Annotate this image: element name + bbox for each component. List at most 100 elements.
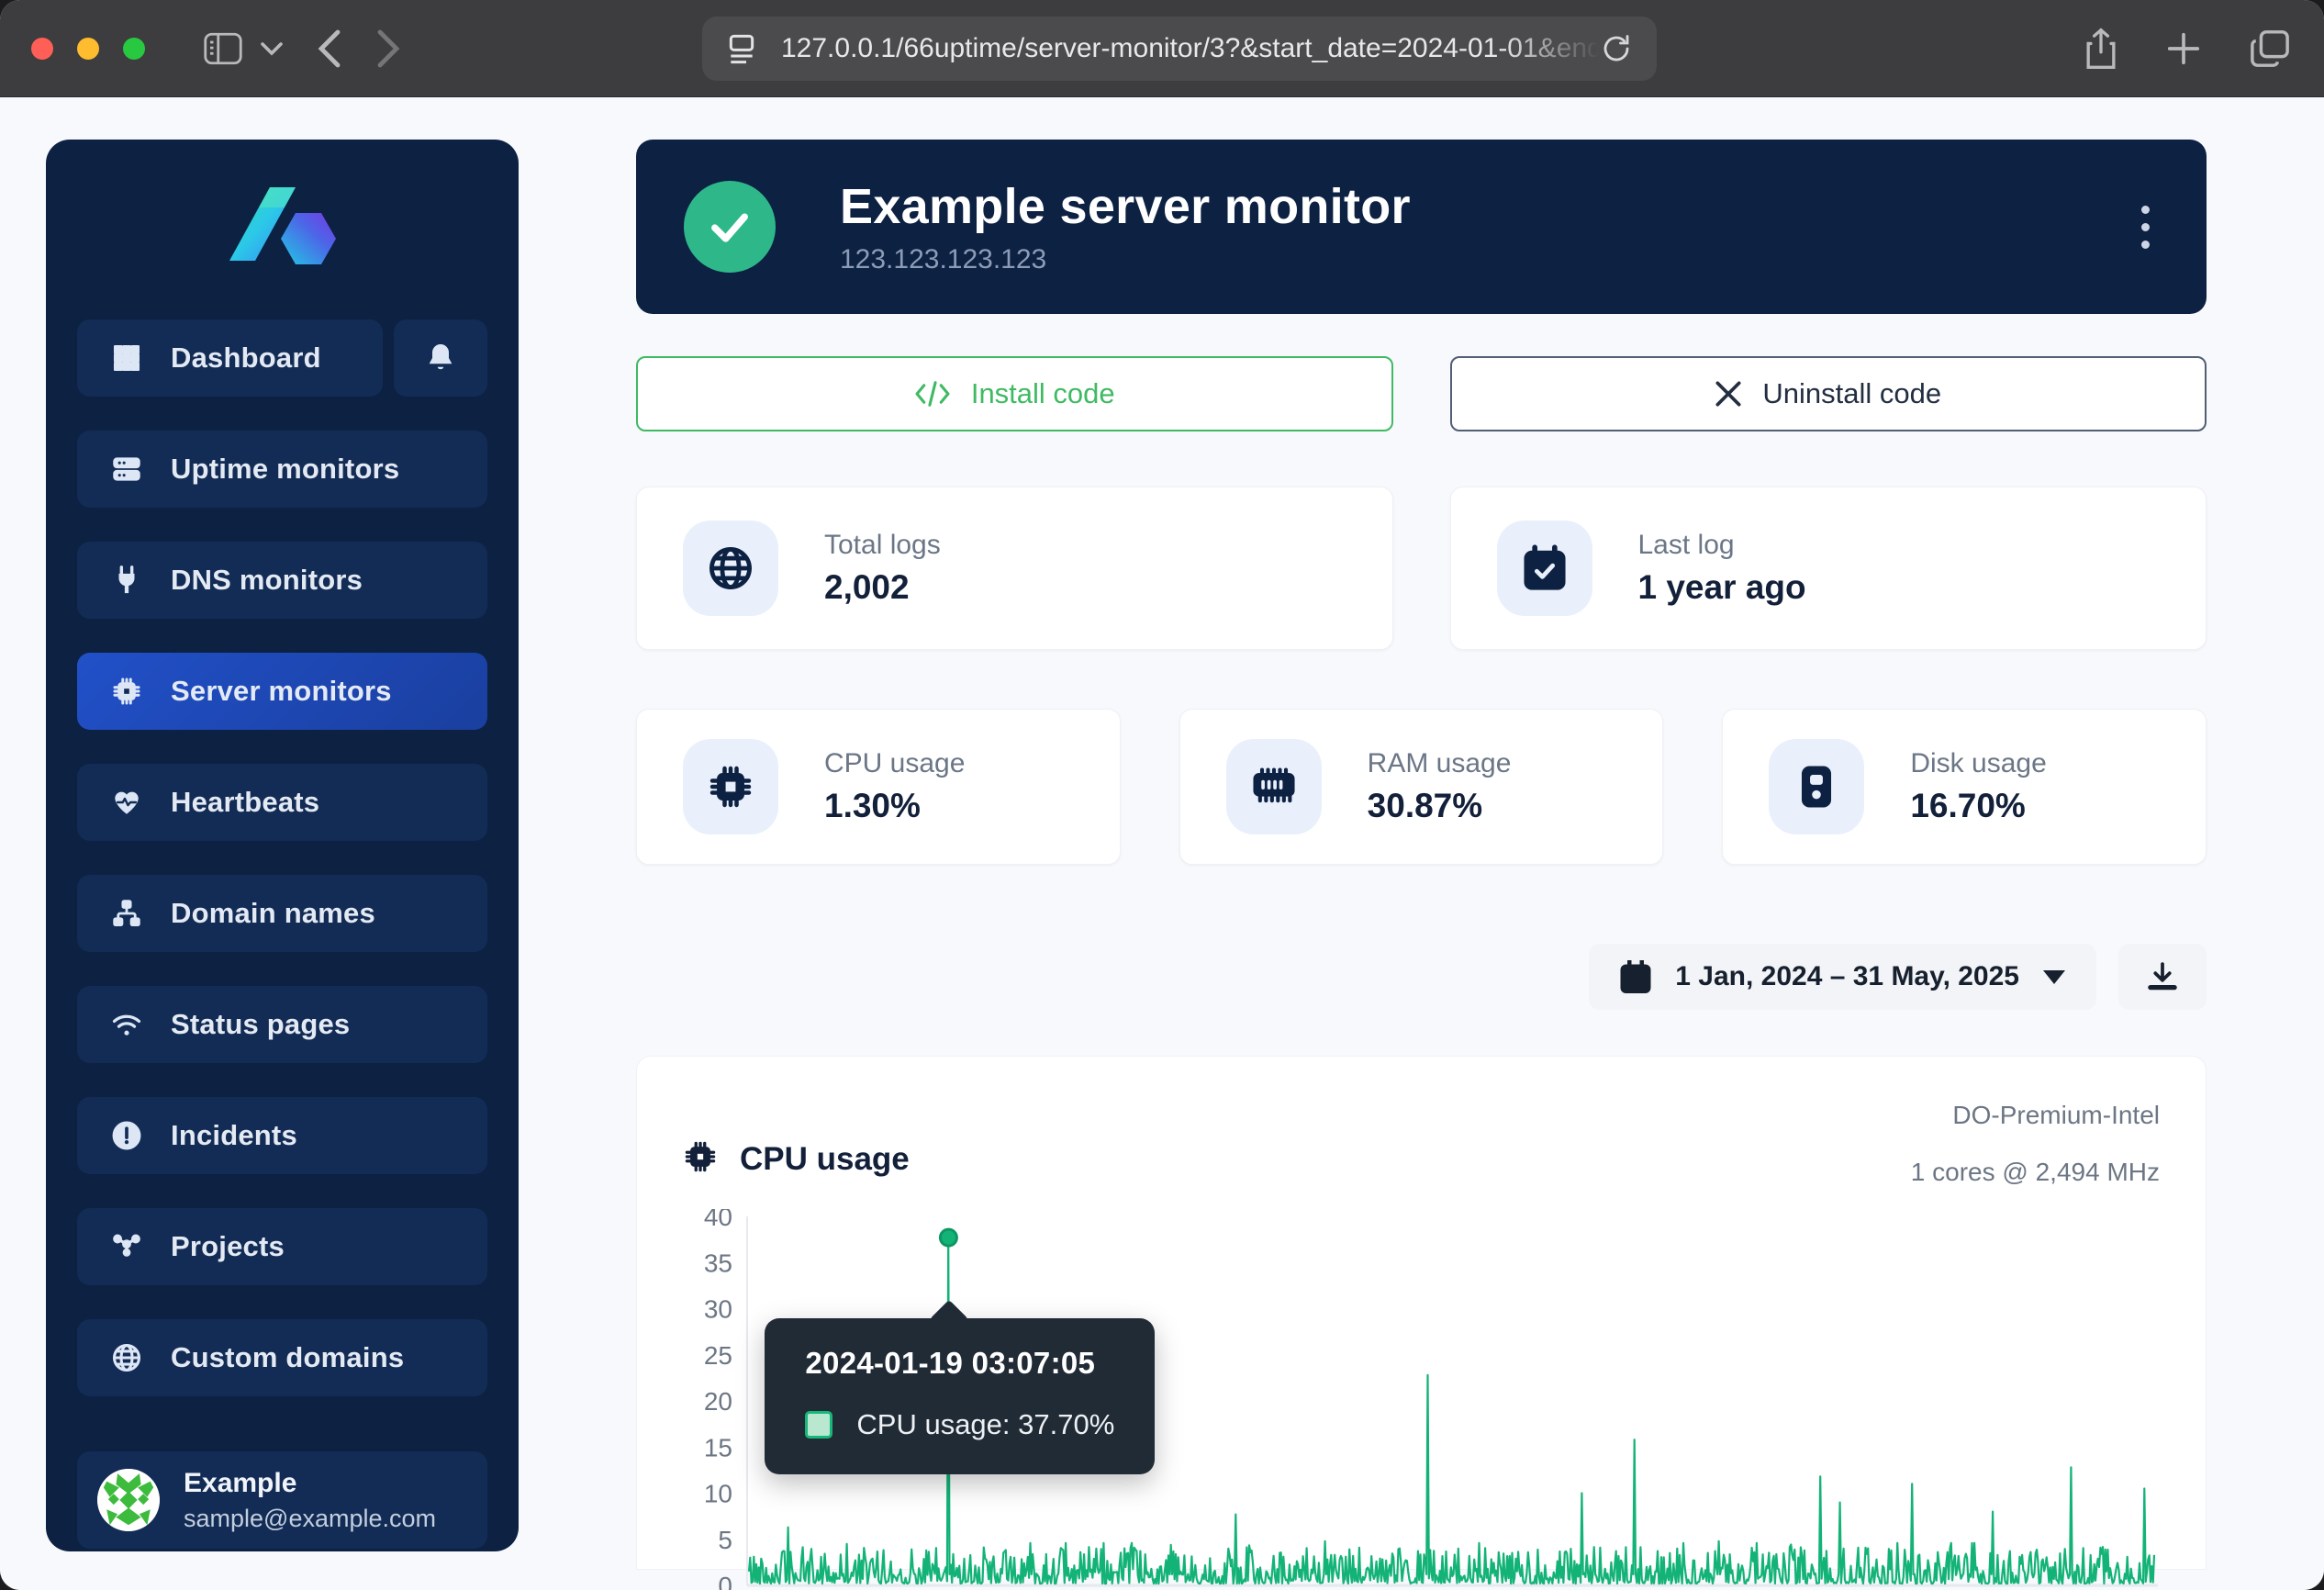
globe-icon [110,1342,143,1373]
server-name: DO-Premium-Intel [1911,1103,2160,1128]
sidebar-item-dns-monitors[interactable]: DNS monitors [77,542,487,619]
sidebar-item-label: Incidents [171,1119,297,1152]
app-logo[interactable] [77,140,487,319]
kebab-menu-icon[interactable] [2132,196,2159,258]
alert-circle-icon [110,1120,143,1151]
share-nodes-icon [110,1231,143,1262]
sidebar-item-dashboard[interactable]: Dashboard [77,319,383,397]
svg-text:5: 5 [718,1526,732,1554]
sidebar: Dashboard Uptime monitors DNS monitors S… [46,140,519,1551]
bell-icon [424,341,457,375]
stat-label: Disk usage [1910,748,2046,779]
page-icon [726,28,757,70]
stat-card-last-log: Last log 1 year ago [1450,487,2207,650]
sidebar-item-heartbeats[interactable]: Heartbeats [77,764,487,841]
reload-icon[interactable] [1600,30,1633,67]
url-text: 127.0.0.1/66uptime/server-monitor/3?&sta… [781,33,1600,64]
stat-label: Last log [1638,530,1806,561]
sidebar-item-label: Uptime monitors [171,453,399,486]
chip-icon [683,1139,718,1179]
memory-icon [1226,739,1322,834]
svg-text:30: 30 [704,1295,732,1324]
stat-value: 1.30% [824,787,965,825]
user-card[interactable]: Example sample@example.com [77,1451,487,1549]
stat-value: 1 year ago [1638,568,1806,607]
avatar [97,1469,160,1531]
sidebar-item-label: DNS monitors [171,564,363,597]
tooltip-timestamp: 2024-01-19 03:07:05 [805,1346,1114,1381]
svg-text:35: 35 [704,1248,732,1277]
user-email: sample@example.com [184,1505,436,1533]
sidebar-item-status-pages[interactable]: Status pages [77,986,487,1063]
svg-text:10: 10 [704,1480,732,1508]
caret-down-icon [2043,970,2065,984]
stat-card-disk-usage: Disk usage 16.70% [1722,709,2207,865]
chevron-down-icon[interactable] [261,41,283,56]
sidebar-item-domain-names[interactable]: Domain names [77,875,487,952]
sidebar-item-incidents[interactable]: Incidents [77,1097,487,1174]
server-icon [110,453,143,485]
chart-marker [940,1229,956,1246]
address-bar[interactable]: 127.0.0.1/66uptime/server-monitor/3?&sta… [702,17,1657,81]
stat-label: CPU usage [824,748,965,779]
series-swatch [805,1411,832,1439]
chart-plot[interactable]: 0510152025303540160405040404050807080808… [683,1209,2160,1590]
stat-card-ram-usage: RAM usage 30.87% [1179,709,1664,865]
globe-icon [683,521,778,616]
stat-value: 16.70% [1910,787,2046,825]
forward-icon [376,28,400,69]
sidebar-item-label: Heartbeats [171,786,319,819]
page-title: Example server monitor [840,178,2132,235]
server-specs: 1 cores @ 2,494 MHz [1911,1159,2160,1185]
calendar-check-icon [1497,521,1592,616]
svg-text:25: 25 [704,1341,732,1370]
back-icon[interactable] [318,28,341,69]
date-range-picker[interactable]: 1 Jan, 2024 – 31 May, 2025 [1589,944,2096,1010]
install-code-button[interactable]: Install code [636,356,1393,431]
download-icon[interactable] [2118,944,2207,1010]
sidebar-item-label: Domain names [171,897,375,930]
sidebar-item-uptime-monitors[interactable]: Uptime monitors [77,431,487,508]
minimize-window-button[interactable] [77,38,99,60]
date-range-label: 1 Jan, 2024 – 31 May, 2025 [1675,961,2019,992]
close-window-button[interactable] [31,38,53,60]
sidebar-item-label: Dashboard [171,342,321,375]
chart-tooltip: 2024-01-19 03:07:05 CPU usage: 37.70% [765,1318,1155,1474]
main-content: Example server monitor 123.123.123.123 I… [636,140,2207,1590]
stat-label: RAM usage [1368,748,1512,779]
sidebar-item-label: Custom domains [171,1341,404,1374]
browser-toolbar: 127.0.0.1/66uptime/server-monitor/3?&sta… [0,0,2324,97]
wifi-icon [110,1009,143,1040]
svg-text:0: 0 [718,1572,732,1590]
stat-card-total-logs: Total logs 2,002 [636,487,1393,650]
new-tab-icon[interactable] [2164,29,2203,68]
svg-text:40: 40 [704,1209,732,1231]
browser-window: 127.0.0.1/66uptime/server-monitor/3?&sta… [0,0,2324,1590]
share-icon[interactable] [2084,27,2118,71]
sitemap-icon [110,898,143,929]
svg-text:20: 20 [704,1387,732,1416]
status-check-icon [684,181,776,273]
svg-text:15: 15 [704,1433,732,1461]
cpu-usage-chart-card: CPU usage DO-Premium-Intel 1 cores @ 2,4… [636,1056,2207,1570]
tab-overview-icon[interactable] [2249,28,2291,69]
cpu-icon [683,739,778,834]
sidebar-item-label: Status pages [171,1008,350,1041]
chart-title: CPU usage [740,1141,910,1178]
sidebar-item-server-monitors[interactable]: Server monitors [77,653,487,730]
sidebar-item-custom-domains[interactable]: Custom domains [77,1319,487,1396]
user-name: Example [184,1468,436,1499]
grid-icon [110,342,143,374]
sidebar-item-label: Projects [171,1230,285,1263]
sidebar-item-projects[interactable]: Projects [77,1208,487,1285]
notifications-button[interactable] [394,319,487,397]
sidebar-toggle-icon[interactable] [204,32,242,65]
zoom-window-button[interactable] [123,38,145,60]
monitor-ip: 123.123.123.123 [840,244,2132,275]
sidebar-item-label: Server monitors [171,675,392,708]
heart-pulse-icon [110,787,143,818]
dashboard-row: Dashboard [77,319,487,397]
tooltip-value: CPU usage: 37.70% [856,1408,1114,1441]
uninstall-code-button[interactable]: Uninstall code [1450,356,2207,431]
screen: 127.0.0.1/66uptime/server-monitor/3?&sta… [0,0,2324,1590]
